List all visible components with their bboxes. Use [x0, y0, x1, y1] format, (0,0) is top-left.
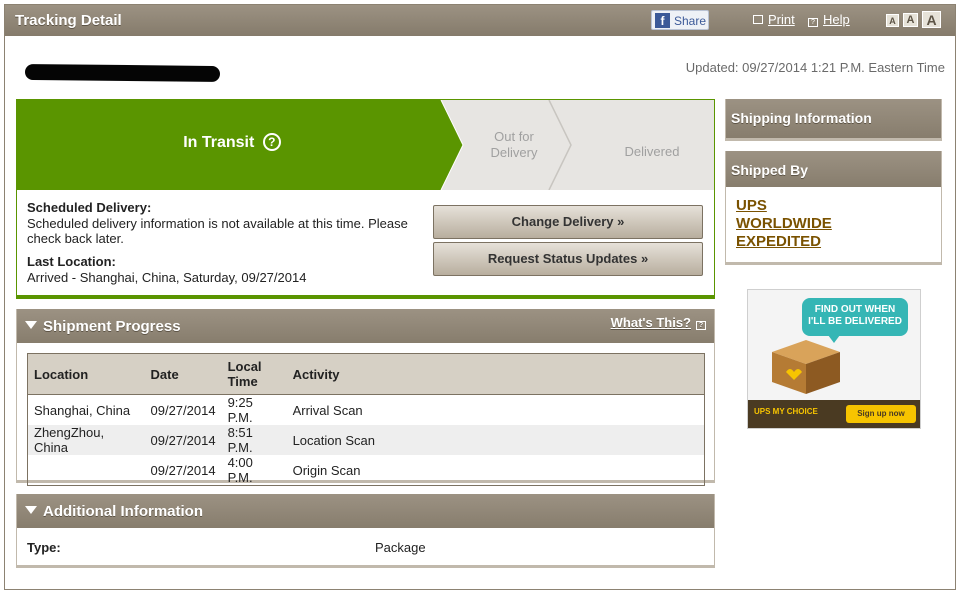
help-link[interactable]: ? Help — [808, 12, 850, 27]
change-delivery-button[interactable]: Change Delivery » — [433, 205, 703, 239]
cell-time: 4:00 P.M. — [227, 455, 253, 485]
package-box-icon — [772, 340, 840, 394]
cell-location: ZhengZhou, China — [27, 425, 145, 455]
print-link[interactable]: Print — [753, 12, 795, 27]
stage-out-for-delivery-line1: Out for — [494, 129, 534, 144]
stage-in-transit: In Transit ? — [17, 133, 447, 152]
additional-information-header[interactable]: Additional Information — [17, 494, 714, 528]
column-header-activity: Activity — [286, 353, 705, 395]
shipment-progress-header[interactable]: Shipment Progress What's This?? — [17, 309, 714, 343]
cell-activity: Location Scan — [286, 425, 705, 455]
font-size-large-button[interactable]: A — [922, 11, 941, 28]
help-label: Help — [823, 12, 850, 27]
popup-icon: ? — [696, 321, 706, 330]
shipped-by-line: WORLDWIDE — [736, 215, 832, 232]
ups-my-choice-brand: UPS MY CHOICE — [754, 407, 818, 416]
table-row: Shanghai, China 09/27/2014 9:25 P.M. Arr… — [28, 395, 705, 425]
shipped-by-service-link[interactable]: UPS WORLDWIDE EXPEDITED — [736, 197, 832, 251]
shipped-by-line: EXPEDITED — [736, 233, 822, 250]
facebook-icon: f — [655, 13, 670, 28]
additional-information-panel: Additional Information Type: Package — [16, 494, 715, 568]
popup-icon: ? — [808, 18, 818, 27]
shipment-progress-title: Shipment Progress — [43, 318, 181, 335]
scheduled-delivery-text: Scheduled delivery information is not av… — [27, 216, 408, 246]
column-header-local-time: Local Time — [221, 353, 287, 395]
stage-out-for-delivery: Out for Delivery — [479, 129, 549, 161]
column-header-date: Date — [144, 353, 222, 395]
stage-delivered: Delivered — [624, 144, 680, 159]
redacted-tracking-number — [24, 63, 221, 83]
whats-this-label: What's This? — [610, 315, 691, 330]
font-size-medium-button[interactable]: A — [903, 13, 918, 27]
scheduled-delivery-label: Scheduled Delivery: — [27, 200, 152, 215]
shipment-progress-panel: Shipment Progress What's This?? Location… — [16, 309, 715, 486]
tracking-detail-window: Tracking Detail f Share Print ? Help A A … — [4, 4, 956, 590]
updated-timestamp: Updated: 09/27/2014 1:21 P.M. Eastern Ti… — [685, 60, 945, 75]
shipped-by-panel: Shipped By UPS WORLDWIDE EXPEDITED — [725, 151, 942, 265]
status-summary-box: In Transit ? Out for Delivery Delivered … — [16, 99, 715, 299]
cell-date: 09/27/2014 — [144, 425, 222, 455]
print-label: Print — [768, 12, 795, 27]
last-location-label: Last Location: — [27, 254, 116, 269]
cell-date: 09/27/2014 — [150, 402, 216, 418]
additional-information-title: Additional Information — [43, 503, 203, 520]
column-header-location: Location — [27, 353, 145, 395]
cell-location — [28, 455, 145, 486]
font-size-small-button[interactable]: A — [886, 14, 899, 27]
type-value: Package — [375, 540, 426, 555]
shipped-by-line: UPS — [736, 197, 767, 214]
help-circle-icon[interactable]: ? — [262, 133, 281, 151]
table-row: 09/27/2014 4:00 P.M. Origin Scan — [28, 455, 705, 486]
header-bar: Tracking Detail f Share Print ? Help A A … — [5, 5, 955, 36]
table-row: ZhengZhou, China 09/27/2014 8:51 P.M. Lo… — [27, 425, 705, 455]
shipping-information-title[interactable]: Shipping Information — [726, 99, 941, 138]
collapse-triangle-icon — [25, 321, 37, 329]
stage-out-for-delivery-line2: Delivery — [490, 145, 538, 160]
facebook-share-button[interactable]: f Share — [651, 10, 709, 30]
ad-footer: UPS MY CHOICE Sign up now — [748, 400, 920, 428]
cell-time: 9:25 P.M. — [227, 395, 253, 425]
printer-icon — [753, 15, 763, 24]
request-status-updates-button[interactable]: Request Status Updates » — [433, 242, 703, 276]
cell-time: 8:51 P.M. — [221, 425, 287, 455]
ups-my-choice-ad[interactable]: FIND OUT WHEN I'LL BE DELIVERED UPS MY C… — [747, 289, 921, 429]
cell-date: 09/27/2014 — [150, 462, 216, 478]
last-location-text: Arrived - Shanghai, China, Saturday, 09/… — [27, 270, 307, 285]
share-label: Share — [674, 14, 707, 28]
progress-tracker: In Transit ? Out for Delivery Delivered — [17, 100, 714, 190]
cell-location: Shanghai, China — [34, 402, 131, 418]
cell-activity: Arrival Scan — [292, 402, 363, 418]
whats-this-link[interactable]: What's This?? — [611, 315, 706, 330]
sign-up-now-button[interactable]: Sign up now — [846, 405, 916, 423]
collapse-triangle-icon — [25, 506, 37, 514]
shipped-by-title: Shipped By — [726, 151, 941, 187]
cell-activity: Origin Scan — [292, 462, 361, 478]
shipping-information-panel: Shipping Information — [725, 99, 942, 141]
stage-in-transit-label: In Transit — [183, 134, 255, 151]
type-label: Type: — [27, 540, 61, 555]
page-title: Tracking Detail — [15, 12, 122, 29]
shipment-progress-table: Location Date Local Time Activity Shangh… — [27, 353, 705, 486]
table-header-row: Location Date Local Time Activity — [27, 353, 705, 395]
